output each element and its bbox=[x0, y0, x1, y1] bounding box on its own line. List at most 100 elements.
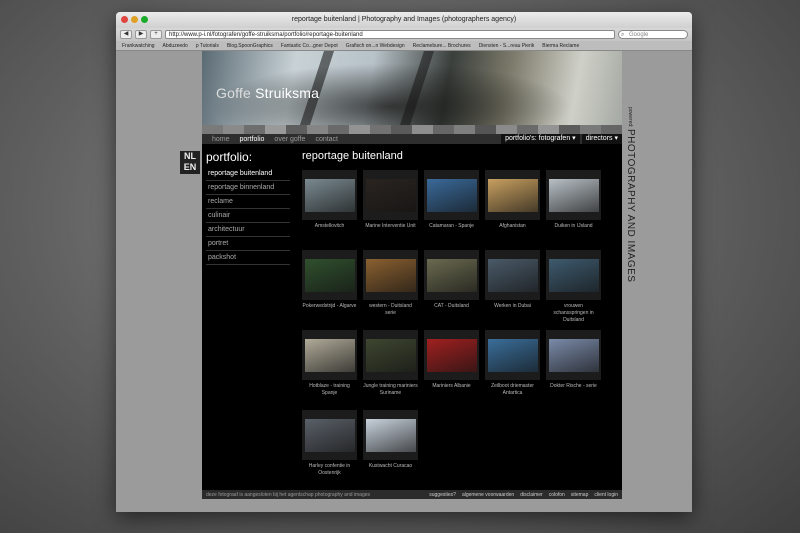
thumbnail-image[interactable] bbox=[548, 258, 599, 292]
portfolio-item[interactable]: Afghanistan bbox=[485, 170, 540, 246]
thumbnail-frame[interactable] bbox=[363, 170, 418, 220]
thumbnail-frame[interactable] bbox=[485, 170, 540, 220]
thumbnail-image[interactable] bbox=[487, 258, 538, 292]
thumbnail-frame[interactable] bbox=[424, 250, 479, 300]
portfolio-item[interactable]: CAT - Duitsland bbox=[424, 250, 479, 326]
nav-home[interactable]: home bbox=[212, 136, 230, 143]
thumbnail-image[interactable] bbox=[487, 178, 538, 212]
thumbnail-caption[interactable]: Afghanistan bbox=[485, 223, 540, 230]
thumbnail-frame[interactable] bbox=[485, 330, 540, 380]
thumbnail-frame[interactable] bbox=[485, 250, 540, 300]
portfolio-item[interactable]: Werken in Dubai bbox=[485, 250, 540, 326]
sidebar-link[interactable]: reportage buitenland bbox=[206, 167, 290, 181]
bookmark-item[interactable]: Abduzeedo bbox=[163, 43, 188, 49]
forward-button[interactable]: ▶ bbox=[135, 30, 147, 39]
thumbnail-caption[interactable]: Zeilboot driemaster Antartica bbox=[485, 383, 540, 397]
close-window-button[interactable] bbox=[121, 16, 128, 23]
portfolio-item[interactable]: Marine Interventie Unit bbox=[363, 170, 418, 246]
sidebar-link[interactable]: reportage binnenland bbox=[206, 181, 290, 195]
thumbnail-caption[interactable]: Jungle training mariniers Suriname bbox=[363, 383, 418, 397]
portfolios-dropdown[interactable]: portfolio's: fotografen ▾ bbox=[501, 134, 580, 144]
nav-over-goffe[interactable]: over goffe bbox=[274, 136, 305, 143]
minimize-window-button[interactable] bbox=[131, 16, 138, 23]
portfolio-item[interactable]: Jungle training mariniers Suriname bbox=[363, 330, 418, 406]
thumbnail-frame[interactable] bbox=[546, 250, 601, 300]
thumbnail-image[interactable] bbox=[548, 338, 599, 372]
thumbnail-image[interactable] bbox=[487, 338, 538, 372]
portfolio-item[interactable]: Amstellovitch bbox=[302, 170, 357, 246]
thumbnail-caption[interactable]: Kustwacht Curacao bbox=[363, 463, 418, 470]
portfolio-item[interactable]: Pokerwedstrijd - Algarve bbox=[302, 250, 357, 326]
thumbnail-caption[interactable]: Pokerwedstrijd - Algarve bbox=[302, 303, 357, 310]
nav-portfolio[interactable]: portfolio bbox=[240, 136, 265, 143]
sidebar-link[interactable]: culinair bbox=[206, 209, 290, 223]
thumbnail-image[interactable] bbox=[365, 258, 416, 292]
language-switcher[interactable]: NL EN bbox=[180, 151, 200, 174]
thumbnail-caption[interactable]: CAT - Duitsland bbox=[424, 303, 479, 310]
thumbnail-frame[interactable] bbox=[546, 170, 601, 220]
sidebar-link[interactable]: reclame bbox=[206, 195, 290, 209]
thumbnail-caption[interactable]: Catamaran - Spanje bbox=[424, 223, 479, 230]
lang-nl[interactable]: NL bbox=[180, 151, 200, 162]
address-bar[interactable]: http://www.p-i.nl/fotografen/goffe-strui… bbox=[165, 30, 615, 39]
portfolio-item[interactable]: Mariniers Albanie bbox=[424, 330, 479, 406]
bookmark-item[interactable]: Reclamebure... Brochures bbox=[413, 43, 471, 49]
thumbnail-image[interactable] bbox=[426, 338, 477, 372]
footer-link[interactable]: disclaimer bbox=[520, 492, 543, 498]
add-bookmark-button[interactable]: + bbox=[150, 30, 162, 39]
thumbnail-caption[interactable]: Amstellovitch bbox=[302, 223, 357, 230]
portfolio-item[interactable]: Hotblaze - training Spanje bbox=[302, 330, 357, 406]
portfolio-item[interactable]: Zeilboot driemaster Antartica bbox=[485, 330, 540, 406]
thumbnail-caption[interactable]: vrouwen schansspringen in Duitsland bbox=[546, 303, 601, 324]
thumbnail-frame[interactable] bbox=[424, 330, 479, 380]
thumbnail-image[interactable] bbox=[426, 258, 477, 292]
bookmark-item[interactable]: p Tutorials bbox=[196, 43, 219, 49]
thumbnail-caption[interactable]: western - Duitsland serie bbox=[363, 303, 418, 317]
search-field[interactable]: ⌕ Google bbox=[618, 30, 688, 39]
thumbnail-caption[interactable]: Werken in Dubai bbox=[485, 303, 540, 310]
bookmark-item[interactable]: Diensten - S...reau Pierik bbox=[479, 43, 535, 49]
nav-contact[interactable]: contact bbox=[315, 136, 338, 143]
thumbnail-frame[interactable] bbox=[302, 410, 357, 460]
thumbnail-image[interactable] bbox=[304, 258, 355, 292]
thumbnail-image[interactable] bbox=[365, 178, 416, 212]
directors-dropdown[interactable]: directors ▾ bbox=[581, 134, 622, 144]
thumbnail-image[interactable] bbox=[365, 418, 416, 452]
bookmark-item[interactable]: Frankwatching bbox=[122, 43, 155, 49]
footer-link[interactable]: suggesties? bbox=[429, 492, 456, 498]
footer-link[interactable]: sitemap bbox=[571, 492, 589, 498]
thumbnail-frame[interactable] bbox=[363, 410, 418, 460]
thumbnail-frame[interactable] bbox=[546, 330, 601, 380]
thumbnail-image[interactable] bbox=[548, 178, 599, 212]
thumbnail-image[interactable] bbox=[426, 178, 477, 212]
sidebar-link[interactable]: architectuur bbox=[206, 223, 290, 237]
thumbnail-frame[interactable] bbox=[363, 250, 418, 300]
portfolio-item[interactable]: vrouwen schansspringen in Duitsland bbox=[546, 250, 601, 326]
portfolio-item[interactable]: Harley confentie in Oostenrijk bbox=[302, 410, 357, 486]
sidebar-link[interactable]: packshot bbox=[206, 251, 290, 265]
lang-en[interactable]: EN bbox=[180, 162, 200, 173]
portfolio-item[interactable]: Duiken in IJsland bbox=[546, 170, 601, 246]
thumbnail-caption[interactable]: Duiken in IJsland bbox=[546, 223, 601, 230]
zoom-window-button[interactable] bbox=[141, 16, 148, 23]
thumbnail-caption[interactable]: Mariniers Albanie bbox=[424, 383, 479, 390]
thumbnail-caption[interactable]: Harley confentie in Oostenrijk bbox=[302, 463, 357, 477]
thumbnail-caption[interactable]: Hotblaze - training Spanje bbox=[302, 383, 357, 397]
thumbnail-frame[interactable] bbox=[302, 170, 357, 220]
portfolio-item[interactable]: Dokter Rische - serie bbox=[546, 330, 601, 406]
footer-link[interactable]: algemene voorwaarden bbox=[462, 492, 514, 498]
portfolio-item[interactable]: Catamaran - Spanje bbox=[424, 170, 479, 246]
footer-link[interactable]: colofon bbox=[549, 492, 565, 498]
thumbnail-frame[interactable] bbox=[302, 330, 357, 380]
thumbnail-image[interactable] bbox=[365, 338, 416, 372]
portfolio-item[interactable]: western - Duitsland serie bbox=[363, 250, 418, 326]
thumbnail-frame[interactable] bbox=[302, 250, 357, 300]
thumbnail-frame[interactable] bbox=[363, 330, 418, 380]
site-brand[interactable]: Goffe Struiksma bbox=[216, 85, 319, 101]
thumbnail-image[interactable] bbox=[304, 178, 355, 212]
bookmark-item[interactable]: Blog.SpoonGraphics bbox=[227, 43, 273, 49]
bookmark-item[interactable]: Bierma Reclame bbox=[542, 43, 579, 49]
thumbnail-caption[interactable]: Marine Interventie Unit bbox=[363, 223, 418, 230]
thumbnail-image[interactable] bbox=[304, 338, 355, 372]
thumbnail-image[interactable] bbox=[304, 418, 355, 452]
